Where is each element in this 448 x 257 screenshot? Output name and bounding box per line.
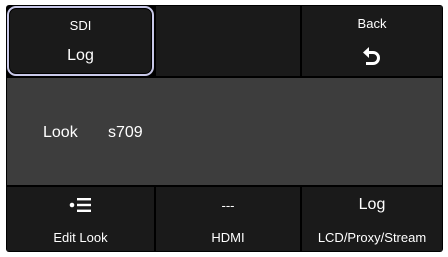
edit-look-button[interactable]: Edit Look <box>7 187 154 251</box>
hdmi-button[interactable]: --- HDMI <box>156 187 300 251</box>
lcd-label: LCD/Proxy/Stream <box>317 230 427 245</box>
camera-menu-screen: SDI Log Back Look s709 Edit Look --- HDM… <box>6 5 443 252</box>
lcd-value: Log <box>358 196 386 213</box>
sdi-button[interactable]: SDI Log <box>7 6 154 76</box>
list-bullet-icon <box>7 197 154 213</box>
look-value: s709 <box>108 124 143 141</box>
empty-top-cell <box>156 6 300 76</box>
back-button[interactable]: Back <box>302 6 442 76</box>
lcd-proxy-stream-button[interactable]: Log LCD/Proxy/Stream <box>302 187 442 251</box>
edit-look-label: Edit Look <box>53 230 108 245</box>
hdmi-value: --- <box>221 198 235 213</box>
back-arrow-icon <box>302 44 442 66</box>
hdmi-label: HDMI <box>211 230 245 245</box>
sdi-title: SDI <box>69 18 92 33</box>
back-label: Back <box>357 16 387 31</box>
sdi-value: Log <box>67 47 94 64</box>
look-panel[interactable]: Look s709 <box>7 78 442 185</box>
look-label: Look <box>43 124 78 141</box>
